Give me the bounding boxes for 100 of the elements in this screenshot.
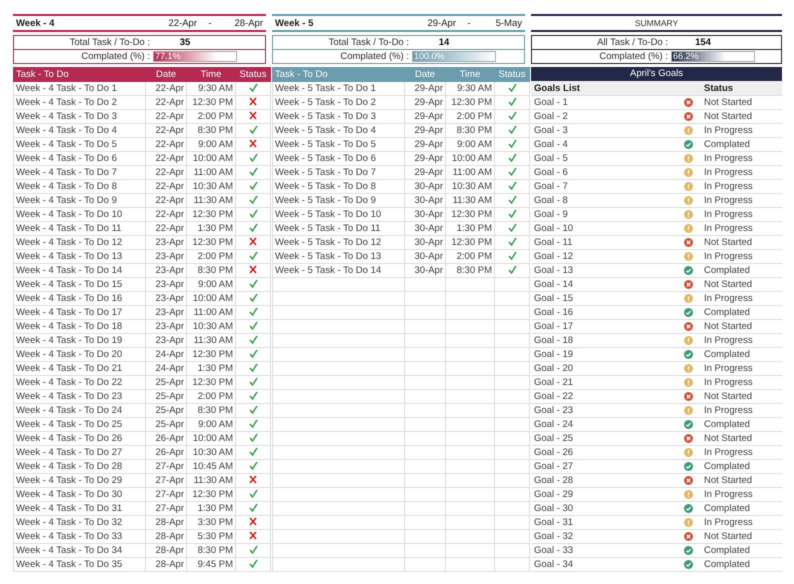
table-cell: 27-Apr: [146, 460, 186, 474]
table-cell: 25-Apr: [146, 404, 186, 418]
goal-status: In Progress: [704, 153, 753, 164]
date-separator: -: [466, 18, 472, 28]
goal-name: Goal - 26: [533, 447, 574, 458]
goal-status: Not Started: [704, 531, 752, 542]
table-cell: 28-Apr: [146, 516, 186, 530]
table-cell: Week - 4 Task - To Do 24: [14, 404, 146, 418]
table-cell: Week - 5 Task - To Do 1: [272, 82, 404, 96]
goal-status: In Progress: [704, 363, 753, 374]
goal-name: Goal - 31: [533, 517, 574, 528]
goal-name: Goal - 19: [533, 349, 574, 360]
table-cell: Week - 5 Task - To Do 12: [272, 236, 404, 250]
table-cell: 29-Apr: [404, 166, 446, 180]
column-header: Time: [186, 68, 236, 82]
table-cell: 22-Apr: [146, 222, 186, 236]
goal-name: Goal - 10: [533, 223, 574, 234]
goal-name: Goal - 21: [533, 377, 574, 388]
table-cell: Week - 4 Task - To Do 35: [14, 558, 146, 572]
table-cell: 9:00 AM: [186, 278, 236, 292]
goal-name: Goal - 32: [533, 531, 574, 542]
table-cell: 23-Apr: [146, 334, 186, 348]
table-cell: 11:00 AM: [186, 306, 236, 320]
table-cell: 29-Apr: [404, 110, 446, 124]
table-cell: 12:30 PM: [446, 208, 494, 222]
table-cell: 12:30 PM: [186, 488, 236, 502]
total-value: 14: [438, 37, 450, 48]
goal-status: Not Started: [704, 433, 752, 444]
progress-percent: 100.0%: [414, 51, 445, 62]
goal-name: Goal - 20: [533, 363, 574, 374]
table-cell: Week - 5 Task - To Do 6: [272, 152, 404, 166]
table-cell: 30-Apr: [404, 222, 446, 236]
table-cell: Week - 4 Task - To Do 23: [14, 390, 146, 404]
table-cell: 22-Apr: [146, 82, 186, 96]
table-cell: 10:00 AM: [186, 152, 236, 166]
table-cell: 2:00 PM: [446, 250, 494, 264]
goal-status: Not Started: [704, 97, 752, 108]
table-cell: 10:30 AM: [446, 180, 494, 194]
table-cell: 12:30 PM: [446, 236, 494, 250]
table-cell: 28-Apr: [146, 530, 186, 544]
table-cell: Week - 4 Task - To Do 29: [14, 474, 146, 488]
table-cell: 12:30 PM: [446, 96, 494, 110]
table-cell: Week - 4 Task - To Do 8: [14, 180, 146, 194]
table-cell: Week - 4 Task - To Do 5: [14, 138, 146, 152]
table-cell: 11:30 AM: [186, 474, 236, 488]
progress-percent: 77.1%: [155, 51, 181, 62]
end-date: 28-Apr: [233, 18, 263, 28]
table-cell: 22-Apr: [146, 124, 186, 138]
goal-name: Goal - 3: [533, 125, 569, 136]
goal-status: Complated: [704, 461, 750, 472]
table-cell: Week - 4 Task - To Do 15: [14, 278, 146, 292]
goal-status: In Progress: [704, 405, 753, 416]
goal-status: In Progress: [704, 447, 753, 458]
column-header: Task - To Do: [14, 68, 146, 82]
goal-status: Not Started: [704, 391, 752, 402]
table-cell: 30-Apr: [404, 208, 446, 222]
table-cell: Week - 4 Task - To Do 25: [14, 418, 146, 432]
goal-status: Complated: [704, 559, 750, 570]
goal-name: Goal - 29: [533, 489, 574, 500]
goal-name: Goal - 11: [533, 237, 574, 248]
table-cell: 11:00 AM: [186, 166, 236, 180]
table-cell: Week - 4 Task - To Do 11: [14, 222, 146, 236]
table-cell: 1:30 PM: [446, 222, 494, 236]
table-cell: Week - 5 Task - To Do 11: [272, 222, 404, 236]
table-cell: 26-Apr: [146, 432, 186, 446]
table-cell: 12:30 PM: [186, 376, 236, 390]
table-cell: 27-Apr: [146, 488, 186, 502]
table-cell: Week - 4 Task - To Do 7: [14, 166, 146, 180]
goal-status: Not Started: [704, 279, 752, 290]
goal-name: Goal - 17: [533, 321, 574, 332]
goals-title: April's Goals: [531, 67, 782, 81]
table-cell: 22-Apr: [146, 180, 186, 194]
table-cell: 29-Apr: [404, 82, 446, 96]
goal-name: Goal - 18: [533, 335, 574, 346]
table-cell: 30-Apr: [404, 236, 446, 250]
table-cell: 9:00 AM: [186, 418, 236, 432]
total-value: 35: [178, 37, 192, 48]
table-cell: 1:30 PM: [186, 502, 236, 516]
table-cell: Week - 4 Task - To Do 22: [14, 376, 146, 390]
column-header: Status: [704, 82, 734, 94]
table-cell: 30-Apr: [404, 264, 446, 278]
table-cell: 22-Apr: [146, 152, 186, 166]
column-header: Date: [404, 68, 446, 82]
total-label: Total Task / To-Do :: [328, 37, 410, 48]
table-cell: 22-Apr: [146, 166, 186, 180]
start-date: 29-Apr: [426, 18, 456, 28]
table-cell: 9:30 AM: [186, 82, 236, 96]
goal-name: Goal - 6: [533, 167, 569, 178]
table-cell: 8:30 PM: [446, 264, 494, 278]
total-label: All Task / To-Do :: [596, 37, 669, 48]
column-header: Status: [494, 68, 530, 82]
table-cell: 25-Apr: [146, 418, 186, 432]
table-cell: 9:30 AM: [446, 82, 494, 96]
table-cell: Week - 4 Task - To Do 12: [14, 236, 146, 250]
table-cell: Week - 4 Task - To Do 19: [14, 334, 146, 348]
goal-name: Goal - 14: [533, 279, 574, 290]
table-cell: 30-Apr: [404, 194, 446, 208]
goal-name: Goal - 33: [533, 545, 574, 556]
goal-name: Goal - 22: [533, 391, 574, 402]
table-cell: 11:30 AM: [186, 334, 236, 348]
